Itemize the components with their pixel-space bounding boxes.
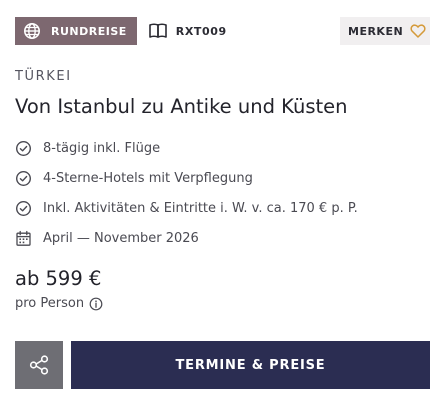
feature-list: 8-tägig inkl. Flüge 4-Sterne-Hotels mit … [15,133,358,253]
feature-text: April — November 2026 [43,230,199,246]
feature-item: 8-tägig inkl. Flüge [15,133,358,163]
trip-title: Von Istanbul zu Antike und Küsten [15,95,348,118]
feature-item: 4-Sterne-Hotels mit Verpflegung [15,163,358,193]
share-icon [28,354,50,376]
trip-code: RXT009 [148,22,227,40]
per-person-label: pro Person [15,296,85,311]
trip-code-label: RXT009 [175,24,227,38]
trip-type-badge: RUNDREISE [15,17,137,45]
trip-type-label: RUNDREISE [51,24,127,38]
trip-card: RUNDREISE RXT009 MERKEN TÜRKEI Von Istan… [0,0,443,402]
book-icon [148,22,168,40]
feature-item: April — November 2026 [15,223,358,253]
dates-prices-label: TERMINE & PREISE [175,357,326,373]
calendar-icon [15,230,32,247]
feature-text: 8-tägig inkl. Flüge [43,140,161,156]
check-circle-icon [15,140,32,157]
tag-row: RUNDREISE RXT009 [15,17,227,45]
destination-country: TÜRKEI [15,69,72,84]
merken-button[interactable]: MERKEN [340,17,430,45]
info-icon[interactable] [89,297,103,311]
price-label: ab 599 € [15,267,102,290]
heart-icon [410,23,426,39]
per-person-note: pro Person [15,296,103,311]
feature-text: Inkl. Aktivitäten & Eintritte i. W. v. c… [43,200,358,216]
feature-item: Inkl. Aktivitäten & Eintritte i. W. v. c… [15,193,358,223]
check-circle-icon [15,200,32,217]
merken-label: MERKEN [348,24,404,38]
globe-icon [23,22,41,40]
share-button[interactable] [15,341,63,389]
dates-prices-button[interactable]: TERMINE & PREISE [71,341,430,389]
feature-text: 4-Sterne-Hotels mit Verpflegung [43,170,253,186]
check-circle-icon [15,170,32,187]
